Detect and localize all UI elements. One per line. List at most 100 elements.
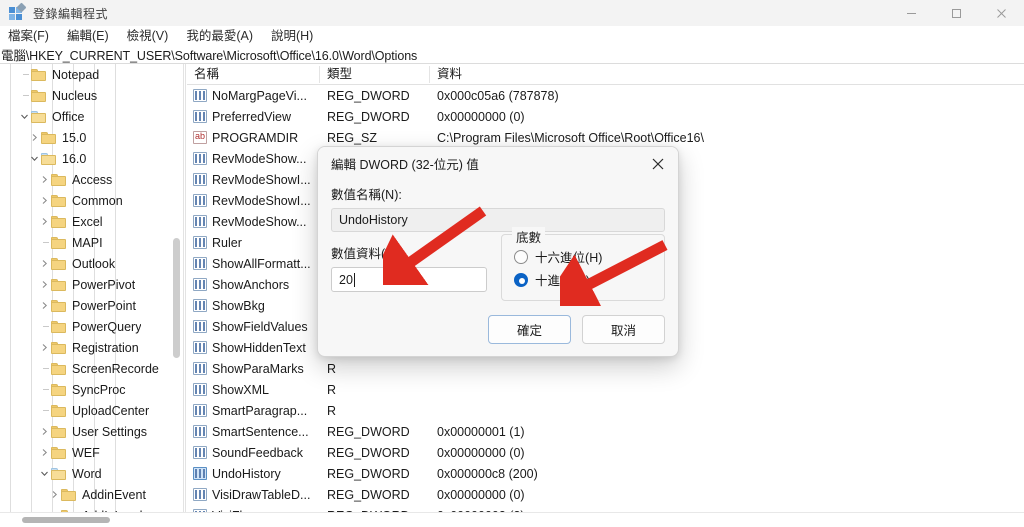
menu-view[interactable]: 檢視(V) [118,26,178,47]
maximize-button[interactable] [934,0,979,26]
menu-help[interactable]: 說明(H) [262,26,322,47]
value-type-cell: R [327,382,337,397]
tree-item-label: Outlook [72,256,116,271]
dword-value-icon [193,236,207,249]
tree-item-uploadcenter[interactable]: UploadCenter [0,400,183,421]
tree-item-screenrecorde[interactable]: ScreenRecorde [0,358,183,379]
table-row[interactable]: SmartSentence... REG_DWORD 0x00000001 (1) [187,421,1024,442]
tree-item-powerpoint[interactable]: PowerPoint [0,295,183,316]
tree-item-powerquery[interactable]: PowerQuery [0,316,183,337]
tree-item-notepad[interactable]: Notepad [0,64,183,85]
value-name-cell: RevModeShow... [187,215,320,229]
column-header-type[interactable]: 類型 [320,64,430,85]
table-row[interactable]: SoundFeedback REG_DWORD 0x00000000 (0) [187,442,1024,463]
table-row[interactable]: NoMargPageVi... REG_DWORD 0x000c05a6 (7878… [187,85,1024,106]
chevron-right-icon[interactable] [38,274,51,295]
tree-item-addinevent[interactable]: AddinEvent [0,484,183,505]
dialog-body: 數值名稱(N): UndoHistory 數值資料(V): 20 底數 十六進位… [318,180,678,301]
chevron-right-icon[interactable] [48,484,61,505]
cancel-button[interactable]: 取消 [582,315,665,344]
folder-icon [51,446,66,459]
pane-splitter[interactable] [183,64,186,512]
tree-item-label: 16.0 [62,151,87,166]
value-name-cell: ShowHiddenText [187,341,320,355]
address-bar[interactable]: 電腦\HKEY_CURRENT_USER\Software\Microsoft\… [0,45,1024,64]
tree-connector [38,316,51,337]
tree-item-word[interactable]: Word [0,463,183,484]
tree-item-syncproc[interactable]: SyncProc [0,379,183,400]
value-type-cell: REG_DWORD [327,487,410,502]
tree-item-access[interactable]: Access [0,169,183,190]
value-type-cell: R [327,403,337,418]
table-row[interactable]: ShowParaMarks R [187,358,1024,379]
chevron-right-icon[interactable] [38,442,51,463]
chevron-down-icon[interactable] [38,463,51,484]
table-row[interactable]: SmartParagrap... R [187,400,1024,421]
chevron-right-icon[interactable] [38,337,51,358]
menu-file[interactable]: 檔案(F) [0,26,58,47]
dword-value-icon [193,425,207,438]
radio-decimal[interactable]: 十進位(D) [514,268,654,291]
tree-horizontal-scrollbar[interactable] [22,517,110,523]
menu-favorites[interactable]: 我的最愛(A) [177,26,262,47]
chevron-right-icon[interactable] [38,211,51,232]
ok-button[interactable]: 確定 [488,315,571,344]
table-row[interactable]: VisiDrawTableD... REG_DWORD 0x00000000 (0) [187,484,1024,505]
tree-item-15-0[interactable]: 15.0 [0,127,183,148]
address-path: 電腦\HKEY_CURRENT_USER\Software\Microsoft\… [1,48,418,63]
value-name-cell: SmartSentence... [187,425,320,439]
table-row[interactable]: UndoHistory REG_DWORD 0x000000c8 (200) [187,463,1024,484]
tree-connector [18,85,31,106]
chevron-right-icon[interactable] [38,295,51,316]
tree-item-addinload[interactable]: AddInLoad [0,505,183,512]
close-button[interactable] [979,0,1024,26]
tree-item-nucleus[interactable]: Nucleus [0,85,183,106]
tree-item-powerpivot[interactable]: PowerPivot [0,274,183,295]
chevron-right-icon[interactable] [38,421,51,442]
tree-vertical-scrollbar[interactable] [173,238,180,358]
tree-item-common[interactable]: Common [0,190,183,211]
value-name-text: ShowAllFormatt... [212,256,311,271]
menu-edit[interactable]: 編輯(E) [58,26,118,47]
folder-icon [51,425,66,438]
chevron-right-icon[interactable] [38,190,51,211]
value-data-input[interactable]: 20 [331,267,488,292]
chevron-right-icon[interactable] [38,169,51,190]
minimize-button[interactable] [889,0,934,26]
tree-item-mapi[interactable]: MAPI [0,232,183,253]
tree-item-user-settings[interactable]: User Settings [0,421,183,442]
folder-icon [31,110,46,123]
folder-icon [31,68,46,81]
tree-item-excel[interactable]: Excel [0,211,183,232]
chevron-down-icon[interactable] [28,148,41,169]
value-name-text: SoundFeedback [212,445,304,460]
table-row[interactable]: PROGRAMDIR REG_SZ C:\Program Files\Microso… [187,127,1024,148]
column-header-data[interactable]: 資料 [430,64,850,85]
radio-hexadecimal[interactable]: 十六進位(H) [514,245,654,268]
value-name-cell: PROGRAMDIR [187,131,320,145]
tree-item-outlook[interactable]: Outlook [0,253,183,274]
chevron-down-icon[interactable] [18,106,31,127]
tree-item-wef[interactable]: WEF [0,442,183,463]
registry-tree-pane[interactable]: Notepad Nucleus Office 15.0 16.0 Access Common… [0,64,183,512]
close-icon[interactable] [638,148,678,180]
value-name-cell: Ruler [187,236,320,250]
tree-item-16-0[interactable]: 16.0 [0,148,183,169]
value-type-cell: R [327,361,337,376]
tree-item-office[interactable]: Office [0,106,183,127]
dword-value-icon [193,257,207,270]
value-name-text: Ruler [212,235,242,250]
column-header-name[interactable]: 名稱 [187,64,320,85]
value-name-cell: SoundFeedback [187,446,320,460]
tree-item-label: PowerQuery [72,319,142,334]
tree-item-registration[interactable]: Registration [0,337,183,358]
chevron-right-icon[interactable] [28,127,41,148]
value-name-cell: RevModeShowI... [187,194,320,208]
table-row[interactable]: VisiFlmREG_DWORD0x00000003 (3) [187,505,1024,512]
folder-icon [51,173,66,186]
value-name-cell: NoMargPageVi... [187,89,320,103]
chevron-right-icon[interactable] [38,253,51,274]
value-name-field[interactable]: UndoHistory [331,208,665,232]
table-row[interactable]: ShowXML R [187,379,1024,400]
table-row[interactable]: PreferredView REG_DWORD 0x00000000 (0) [187,106,1024,127]
